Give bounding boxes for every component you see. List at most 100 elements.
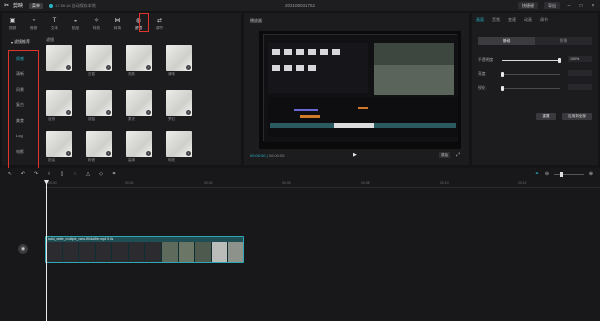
tick-label: 00:06: [282, 181, 291, 185]
track-cover-icon[interactable]: ◉: [18, 244, 28, 254]
tool-sticker[interactable]: ◒ 贴纸: [65, 13, 86, 35]
tool-transition[interactable]: ⋈ 转场: [107, 13, 128, 35]
download-icon[interactable]: ↓: [106, 110, 111, 115]
tab-adjust[interactable]: 调节: [540, 17, 548, 23]
tick-label: 00:08: [361, 181, 370, 185]
opacity-value[interactable]: 100%: [568, 56, 592, 62]
close-icon[interactable]: ×: [590, 3, 596, 9]
zoom-in-icon[interactable]: ⊕: [588, 171, 594, 177]
tab-picture[interactable]: 画面: [476, 17, 484, 23]
filter-name: 孤独: [88, 117, 95, 121]
tool-label: 贴纸: [71, 25, 80, 30]
sharpen-value[interactable]: [568, 84, 592, 90]
segment-basic[interactable]: 基础: [478, 37, 535, 45]
app-logo-icon: ✂: [4, 2, 10, 9]
download-icon[interactable]: ↓: [186, 65, 191, 70]
category-item[interactable]: 电影: [16, 149, 24, 155]
document-title: 202106031752: [284, 3, 316, 8]
preview-screen[interactable]: [259, 31, 461, 149]
tool-adjust[interactable]: ⇄ 调节: [149, 13, 170, 35]
video-clip[interactable]: solid_white_multiple_vans.f4h4a0hh.mp4 5…: [45, 236, 244, 263]
menu-button[interactable]: 菜单: [29, 2, 44, 9]
crop-icon[interactable]: ⌗: [111, 171, 117, 177]
tool-label: 转场: [113, 25, 122, 30]
reset-button[interactable]: 重置: [536, 113, 556, 120]
download-icon[interactable]: ↓: [146, 110, 151, 115]
filter-thumbnail[interactable]: ↓: [166, 90, 192, 116]
zoom-knob[interactable]: [560, 171, 563, 177]
minimize-icon[interactable]: –: [566, 3, 572, 9]
effects-icon: ✧: [93, 17, 100, 24]
link-icon[interactable]: ⚭: [534, 171, 540, 177]
sharpen-slider[interactable]: [501, 86, 560, 91]
clip-label: solid_white_multiple_vans.f4h4a0hh.mp4 5…: [48, 237, 114, 241]
tool-audio[interactable]: ◔ 音频: [23, 13, 44, 35]
opacity-knob[interactable]: [558, 58, 561, 63]
timeline-ruler[interactable]: 00:00 00:02 00:04 00:06 00:08 00:10 00:1…: [44, 181, 600, 188]
fullscreen-icon[interactable]: ⤢: [456, 152, 462, 158]
zoom-out-icon[interactable]: ⊖: [544, 171, 550, 177]
download-icon[interactable]: ↓: [146, 151, 151, 156]
download-icon[interactable]: ↓: [146, 65, 151, 70]
download-icon[interactable]: ↓: [66, 65, 71, 70]
category-item[interactable]: 清新: [16, 71, 24, 77]
brightness-knob[interactable]: [501, 72, 504, 77]
maximize-icon[interactable]: □: [578, 3, 584, 9]
category-item[interactable]: 美食: [16, 118, 24, 124]
play-icon[interactable]: ▶: [353, 152, 359, 158]
filter-thumbnail[interactable]: ↓: [46, 131, 72, 157]
undo-icon[interactable]: ↶: [20, 171, 26, 177]
segment-keying[interactable]: 抠像: [535, 37, 592, 45]
download-icon[interactable]: ↓: [186, 151, 191, 156]
tool-video[interactable]: ▣ 视频: [2, 13, 23, 35]
filter-thumbnail[interactable]: ↓: [126, 90, 152, 116]
tab-audio[interactable]: 音频: [492, 17, 500, 23]
clip-frame: [162, 242, 179, 262]
delete-icon[interactable]: ▯: [59, 171, 65, 177]
filter-thumbnail[interactable]: ↓: [46, 90, 72, 116]
tool-text[interactable]: T 文本: [44, 13, 65, 35]
download-icon[interactable]: ↓: [66, 110, 71, 115]
category-root[interactable]: ▾ 滤镜推荐: [11, 39, 30, 45]
select-cursor-icon[interactable]: ↖: [7, 171, 13, 177]
download-icon[interactable]: ↓: [186, 110, 191, 115]
playhead[interactable]: [46, 180, 47, 321]
category-item[interactable]: 质感: [16, 56, 24, 62]
download-icon[interactable]: ↓: [106, 151, 111, 156]
filter-thumbnail[interactable]: ↓: [46, 45, 72, 71]
tab-animation[interactable]: 动画: [524, 17, 532, 23]
category-item[interactable]: 风景: [16, 87, 24, 93]
freeze-icon[interactable]: ◌: [72, 171, 78, 177]
filter-thumbnail[interactable]: ↓: [86, 90, 112, 116]
filter-thumbnail[interactable]: ↓: [126, 131, 152, 157]
filter-thumbnail[interactable]: ↓: [166, 45, 192, 71]
download-icon[interactable]: ↓: [66, 151, 71, 156]
download-icon[interactable]: ↓: [106, 65, 111, 70]
filter-thumbnail[interactable]: ↓: [86, 131, 112, 157]
player-title: 播放器: [250, 18, 262, 23]
mirror-icon[interactable]: △: [85, 171, 91, 177]
filter-thumbnail[interactable]: ↓: [166, 131, 192, 157]
opacity-slider[interactable]: [502, 58, 561, 63]
category-item[interactable]: Log: [16, 133, 23, 138]
sharpen-knob[interactable]: [501, 86, 504, 91]
redo-icon[interactable]: ↷: [33, 171, 39, 177]
ratio-button[interactable]: 原始: [439, 152, 450, 158]
rotate-icon[interactable]: ◇: [98, 171, 104, 177]
filter-thumbnail[interactable]: ↓: [126, 45, 152, 71]
tool-effects[interactable]: ✧ 特效: [86, 13, 107, 35]
zoom-slider[interactable]: [554, 171, 584, 177]
split-icon[interactable]: ⟊: [46, 171, 52, 177]
playback-time: 00:00:00 | 00:00:05: [250, 153, 285, 158]
apply-all-button[interactable]: 应用到全部: [562, 113, 592, 120]
filter-thumbnail[interactable]: ↓: [86, 45, 112, 71]
brightness-slider[interactable]: [501, 72, 560, 77]
export-button[interactable]: 导出: [544, 2, 560, 9]
timeline-toolbar: ↖ ↶ ↷ ⟊ ▯ ◌ △ ◇ ⌗ ⚭ ⊖ ⊕: [0, 168, 600, 180]
brightness-value[interactable]: [568, 70, 592, 76]
shortcut-button[interactable]: 快捷键: [518, 2, 538, 9]
tab-speed[interactable]: 变速: [508, 17, 516, 23]
category-item[interactable]: 复古: [16, 102, 24, 108]
clip-frames: [46, 242, 243, 262]
clip-frame: [112, 242, 129, 262]
